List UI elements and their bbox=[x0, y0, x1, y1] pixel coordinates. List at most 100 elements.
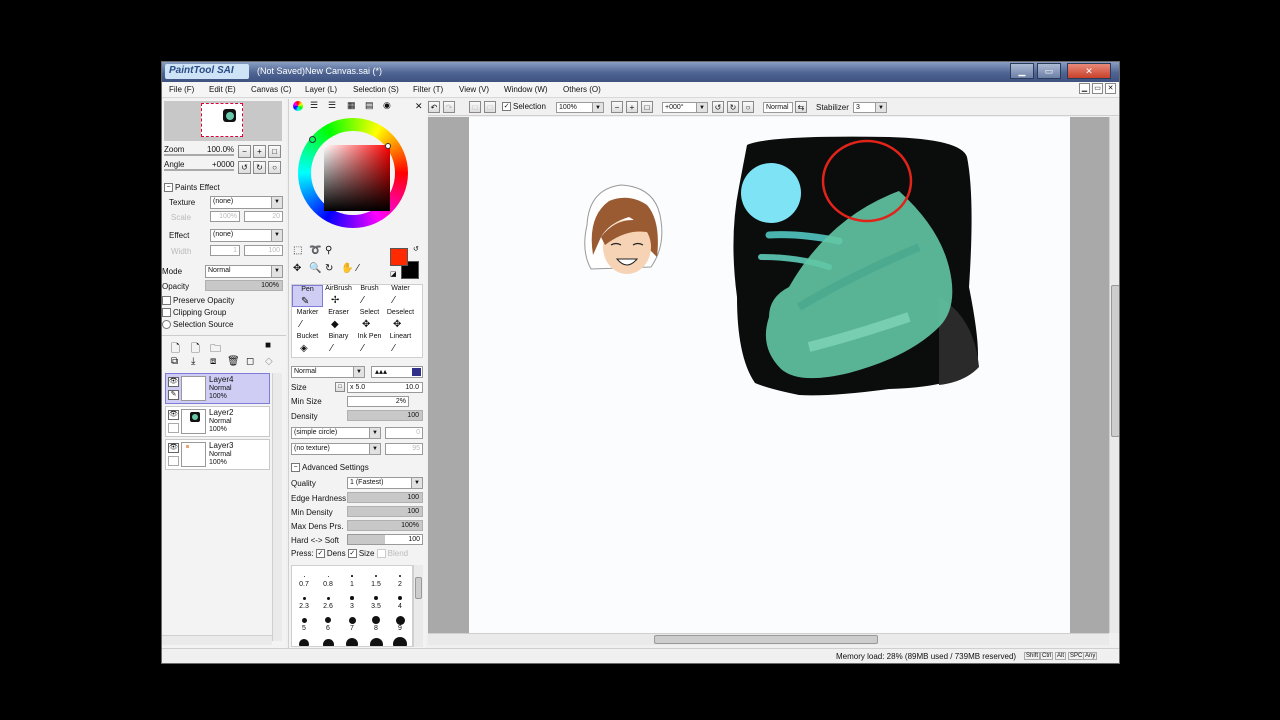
hsv-slider-tab-icon[interactable]: ☰ bbox=[328, 100, 336, 111]
swap-colors-icon[interactable]: ↺ bbox=[413, 245, 419, 253]
layer-row-layer3[interactable]: 👁 Layer3 Normal 100% bbox=[165, 439, 270, 470]
density-slider[interactable]: 100 bbox=[347, 410, 423, 421]
max-dens-slider[interactable]: 100% bbox=[347, 520, 423, 531]
redo-icon[interactable]: ↷ bbox=[443, 101, 455, 113]
saturation-value-square[interactable] bbox=[324, 145, 390, 211]
copy-layer-icon[interactable]: ⧉ bbox=[171, 356, 178, 367]
deselect-toolbar-icon[interactable]: □ bbox=[469, 101, 481, 113]
navigator-viewport[interactable] bbox=[201, 103, 243, 137]
invert-selection-icon[interactable]: □ bbox=[484, 101, 496, 113]
edit-lock-pen-icon[interactable] bbox=[168, 423, 179, 433]
close-button[interactable]: ✕ bbox=[1067, 63, 1111, 79]
brush-size-preset-label[interactable]: 2 bbox=[393, 581, 407, 588]
brush-size-dot-icon[interactable] bbox=[322, 638, 334, 646]
pressure-size-checkbox[interactable]: ✓ Size bbox=[347, 549, 374, 559]
selection-source-checkbox[interactable]: Selection Source bbox=[162, 320, 233, 330]
mdi-restore-icon[interactable]: ▭ bbox=[1092, 83, 1103, 94]
mdi-minimize-icon[interactable]: ▁ bbox=[1079, 83, 1090, 94]
brush-size-preset-label[interactable]: 5 bbox=[297, 625, 311, 632]
edit-lock-pen-icon[interactable] bbox=[168, 456, 179, 466]
canvas-rotate-right-icon[interactable]: ↻ bbox=[727, 101, 739, 113]
undo-icon[interactable]: ↶ bbox=[428, 101, 440, 113]
canvas-rotate-reset-icon[interactable]: ○ bbox=[742, 101, 754, 113]
zoom-in-icon[interactable]: + bbox=[253, 145, 266, 158]
brush-size-dot-icon[interactable] bbox=[374, 596, 378, 600]
brush-shape-dropdown[interactable]: (simple circle) ▼ bbox=[291, 427, 381, 439]
brush-size-preset-label[interactable]: 8 bbox=[369, 625, 383, 632]
drawing-canvas[interactable] bbox=[469, 117, 1070, 633]
brush-size-dot-icon[interactable] bbox=[395, 615, 405, 625]
brush-size-dot-icon[interactable] bbox=[369, 637, 383, 646]
brush-size-dot-icon[interactable] bbox=[350, 596, 354, 600]
tool-pen[interactable]: Pen ✎ bbox=[292, 285, 323, 307]
tool-select[interactable]: Select ✥ bbox=[354, 309, 385, 331]
canvas-zoom-dropdown[interactable]: 100% ▼ bbox=[556, 102, 604, 113]
layer-mode-dropdown[interactable]: Normal ▼ bbox=[205, 265, 283, 278]
layer-row-layer4[interactable]: 👁 ✎ Layer4 Normal 100% bbox=[165, 373, 270, 404]
preserve-opacity-checkbox[interactable]: Preserve Opacity bbox=[162, 296, 234, 306]
rect-select-icon[interactable]: ⬚ bbox=[293, 245, 302, 256]
zoom-slider[interactable] bbox=[164, 154, 234, 156]
advanced-settings-header[interactable]: − Advanced Settings bbox=[291, 463, 369, 473]
menu-layer[interactable]: Layer (L) bbox=[305, 85, 337, 94]
menu-filter[interactable]: Filter (T) bbox=[413, 85, 443, 94]
zoom-reset-icon[interactable]: □ bbox=[268, 145, 281, 158]
hand-tool-icon[interactable]: ✋ bbox=[341, 263, 353, 274]
brush-size-preset-label[interactable]: 0.7 bbox=[297, 581, 311, 588]
brush-size-preset-label[interactable]: 3 bbox=[345, 603, 359, 610]
menu-selection[interactable]: Selection (S) bbox=[353, 85, 399, 94]
brush-size-dot-icon[interactable] bbox=[327, 575, 329, 577]
brush-size-dot-icon[interactable] bbox=[325, 617, 331, 623]
tool-ink-pen[interactable]: Ink Pen ⁄ bbox=[354, 333, 385, 355]
edit-lock-pen-icon[interactable]: ✎ bbox=[168, 390, 179, 400]
tool-eraser[interactable]: Eraser ◆ bbox=[323, 309, 354, 331]
primary-color-swatch[interactable] bbox=[390, 248, 408, 266]
menu-canvas[interactable]: Canvas (C) bbox=[251, 85, 291, 94]
brush-size-dot-icon[interactable] bbox=[326, 596, 330, 600]
opacity-slider[interactable]: 100% bbox=[205, 280, 283, 291]
zoom-out-icon[interactable]: − bbox=[238, 145, 251, 158]
menu-file[interactable]: File (F) bbox=[169, 85, 194, 94]
brush-size-preset-label[interactable]: 9 bbox=[393, 625, 407, 632]
canvas-zoom-in-icon[interactable]: + bbox=[626, 101, 638, 113]
menu-edit[interactable]: Edit (E) bbox=[209, 85, 236, 94]
canvas-vscrollbar[interactable] bbox=[1109, 117, 1119, 633]
visibility-eye-icon[interactable]: 👁 bbox=[168, 410, 179, 420]
texture-dropdown[interactable]: (none) ▼ bbox=[210, 196, 283, 209]
menu-others[interactable]: Others (O) bbox=[563, 85, 601, 94]
brush-size-dot-icon[interactable] bbox=[351, 575, 353, 577]
tool-brush[interactable]: Brush ⁄ bbox=[354, 285, 385, 307]
size-multiplier-icon[interactable]: □ bbox=[335, 382, 345, 392]
brush-texture-dropdown[interactable]: (no texture) ▼ bbox=[291, 443, 381, 455]
lasso-icon[interactable]: ➰ bbox=[309, 245, 321, 256]
brush-size-preset-label[interactable]: 1.5 bbox=[369, 581, 383, 588]
brush-size-preset-label[interactable]: 0.8 bbox=[321, 581, 335, 588]
rotate-left-icon[interactable]: ↺ bbox=[238, 161, 251, 174]
brush-size-preset-label[interactable]: 3.5 bbox=[369, 603, 383, 610]
transparent-color-icon[interactable]: ◪ bbox=[390, 270, 397, 278]
canvas-flip-mode-dropdown[interactable]: Normal bbox=[763, 102, 793, 113]
rotate-right-icon[interactable]: ↻ bbox=[253, 161, 266, 174]
canvas-zoom-reset-icon[interactable]: □ bbox=[641, 101, 653, 113]
canvas-vscroll-thumb[interactable] bbox=[1111, 285, 1119, 437]
merge-down-icon[interactable]: ⤓ bbox=[191, 356, 195, 367]
flip-horizontal-icon[interactable]: ⇆ bbox=[795, 101, 807, 113]
brush-size-dot-icon[interactable] bbox=[397, 595, 403, 601]
brush-size-dot-icon[interactable] bbox=[346, 638, 358, 646]
sv-marker[interactable] bbox=[385, 143, 391, 149]
magic-wand-icon[interactable]: ⚲ bbox=[325, 245, 332, 256]
maximize-button[interactable]: ▭ bbox=[1037, 63, 1061, 79]
visibility-eye-icon[interactable]: 👁 bbox=[168, 377, 179, 387]
tool-lineart[interactable]: Lineart ⁄ bbox=[385, 333, 416, 355]
brush-size-dot-icon[interactable] bbox=[372, 616, 380, 624]
layer-extra-icon[interactable]: ◇ bbox=[265, 356, 273, 367]
layer-options-icon[interactable]: ■ bbox=[265, 340, 271, 351]
hard-soft-slider[interactable]: 100 bbox=[347, 534, 423, 545]
rotate-tool-icon[interactable]: ↻ bbox=[325, 263, 333, 274]
edge-hardness-slider[interactable]: 100 bbox=[347, 492, 423, 503]
tool-bucket[interactable]: Bucket ◈ bbox=[292, 333, 323, 355]
min-density-slider[interactable]: 100 bbox=[347, 506, 423, 517]
zoom-tool-icon[interactable]: 🔍 bbox=[309, 263, 321, 274]
canvas-viewport[interactable] bbox=[428, 117, 1109, 633]
navigator-preview[interactable] bbox=[164, 101, 282, 141]
